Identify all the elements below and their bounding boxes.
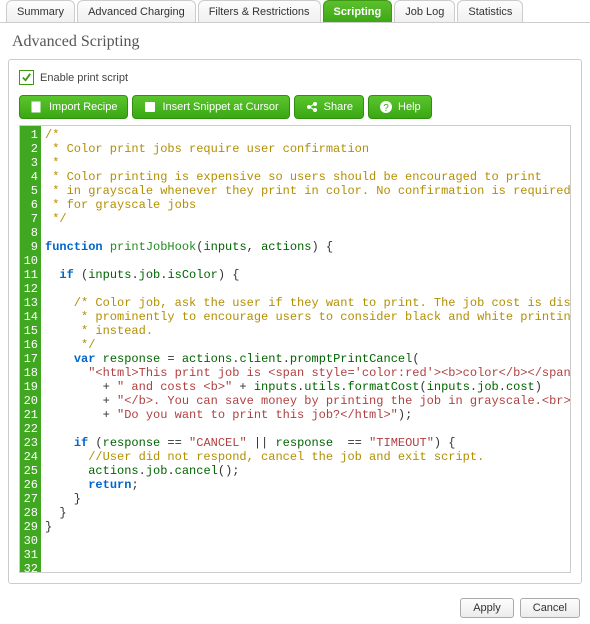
share-icon <box>305 100 319 114</box>
tab-summary[interactable]: Summary <box>6 0 75 22</box>
checkbox-label: Enable print script <box>40 72 128 84</box>
svg-text:?: ? <box>383 103 389 114</box>
snippet-label: Insert Snippet at Cursor <box>162 101 278 113</box>
snippet-icon <box>143 100 157 114</box>
tab-scripting[interactable]: Scripting <box>323 0 393 22</box>
share-label: Share <box>324 101 353 113</box>
check-icon <box>19 70 34 85</box>
tab-statistics[interactable]: Statistics <box>457 0 523 22</box>
cancel-button[interactable]: Cancel <box>520 598 580 618</box>
tab-advanced-charging[interactable]: Advanced Charging <box>77 0 196 22</box>
line-gutter: 1234567891011121314151617181920212223242… <box>20 126 41 572</box>
toolbar: Import Recipe Insert Snippet at Cursor S… <box>19 95 571 119</box>
scripting-panel: Enable print script Import Recipe Insert… <box>8 59 582 584</box>
tab-filters-restrictions[interactable]: Filters & Restrictions <box>198 0 321 22</box>
help-button[interactable]: ? Help <box>368 95 432 119</box>
tab-job-log[interactable]: Job Log <box>394 0 455 22</box>
code-area[interactable]: /* * Color print jobs require user confi… <box>41 126 570 572</box>
help-label: Help <box>398 101 421 113</box>
enable-script-checkbox[interactable]: Enable print script <box>19 70 571 85</box>
import-label: Import Recipe <box>49 101 117 113</box>
apply-button[interactable]: Apply <box>460 598 514 618</box>
dialog-buttons: Apply Cancel <box>0 592 590 624</box>
import-recipe-button[interactable]: Import Recipe <box>19 95 128 119</box>
import-icon <box>30 100 44 114</box>
code-editor[interactable]: 1234567891011121314151617181920212223242… <box>19 125 571 573</box>
page-title: Advanced Scripting <box>0 23 590 59</box>
share-button[interactable]: Share <box>294 95 364 119</box>
help-icon: ? <box>379 100 393 114</box>
tab-bar: SummaryAdvanced ChargingFilters & Restri… <box>0 0 590 23</box>
insert-snippet-button[interactable]: Insert Snippet at Cursor <box>132 95 289 119</box>
